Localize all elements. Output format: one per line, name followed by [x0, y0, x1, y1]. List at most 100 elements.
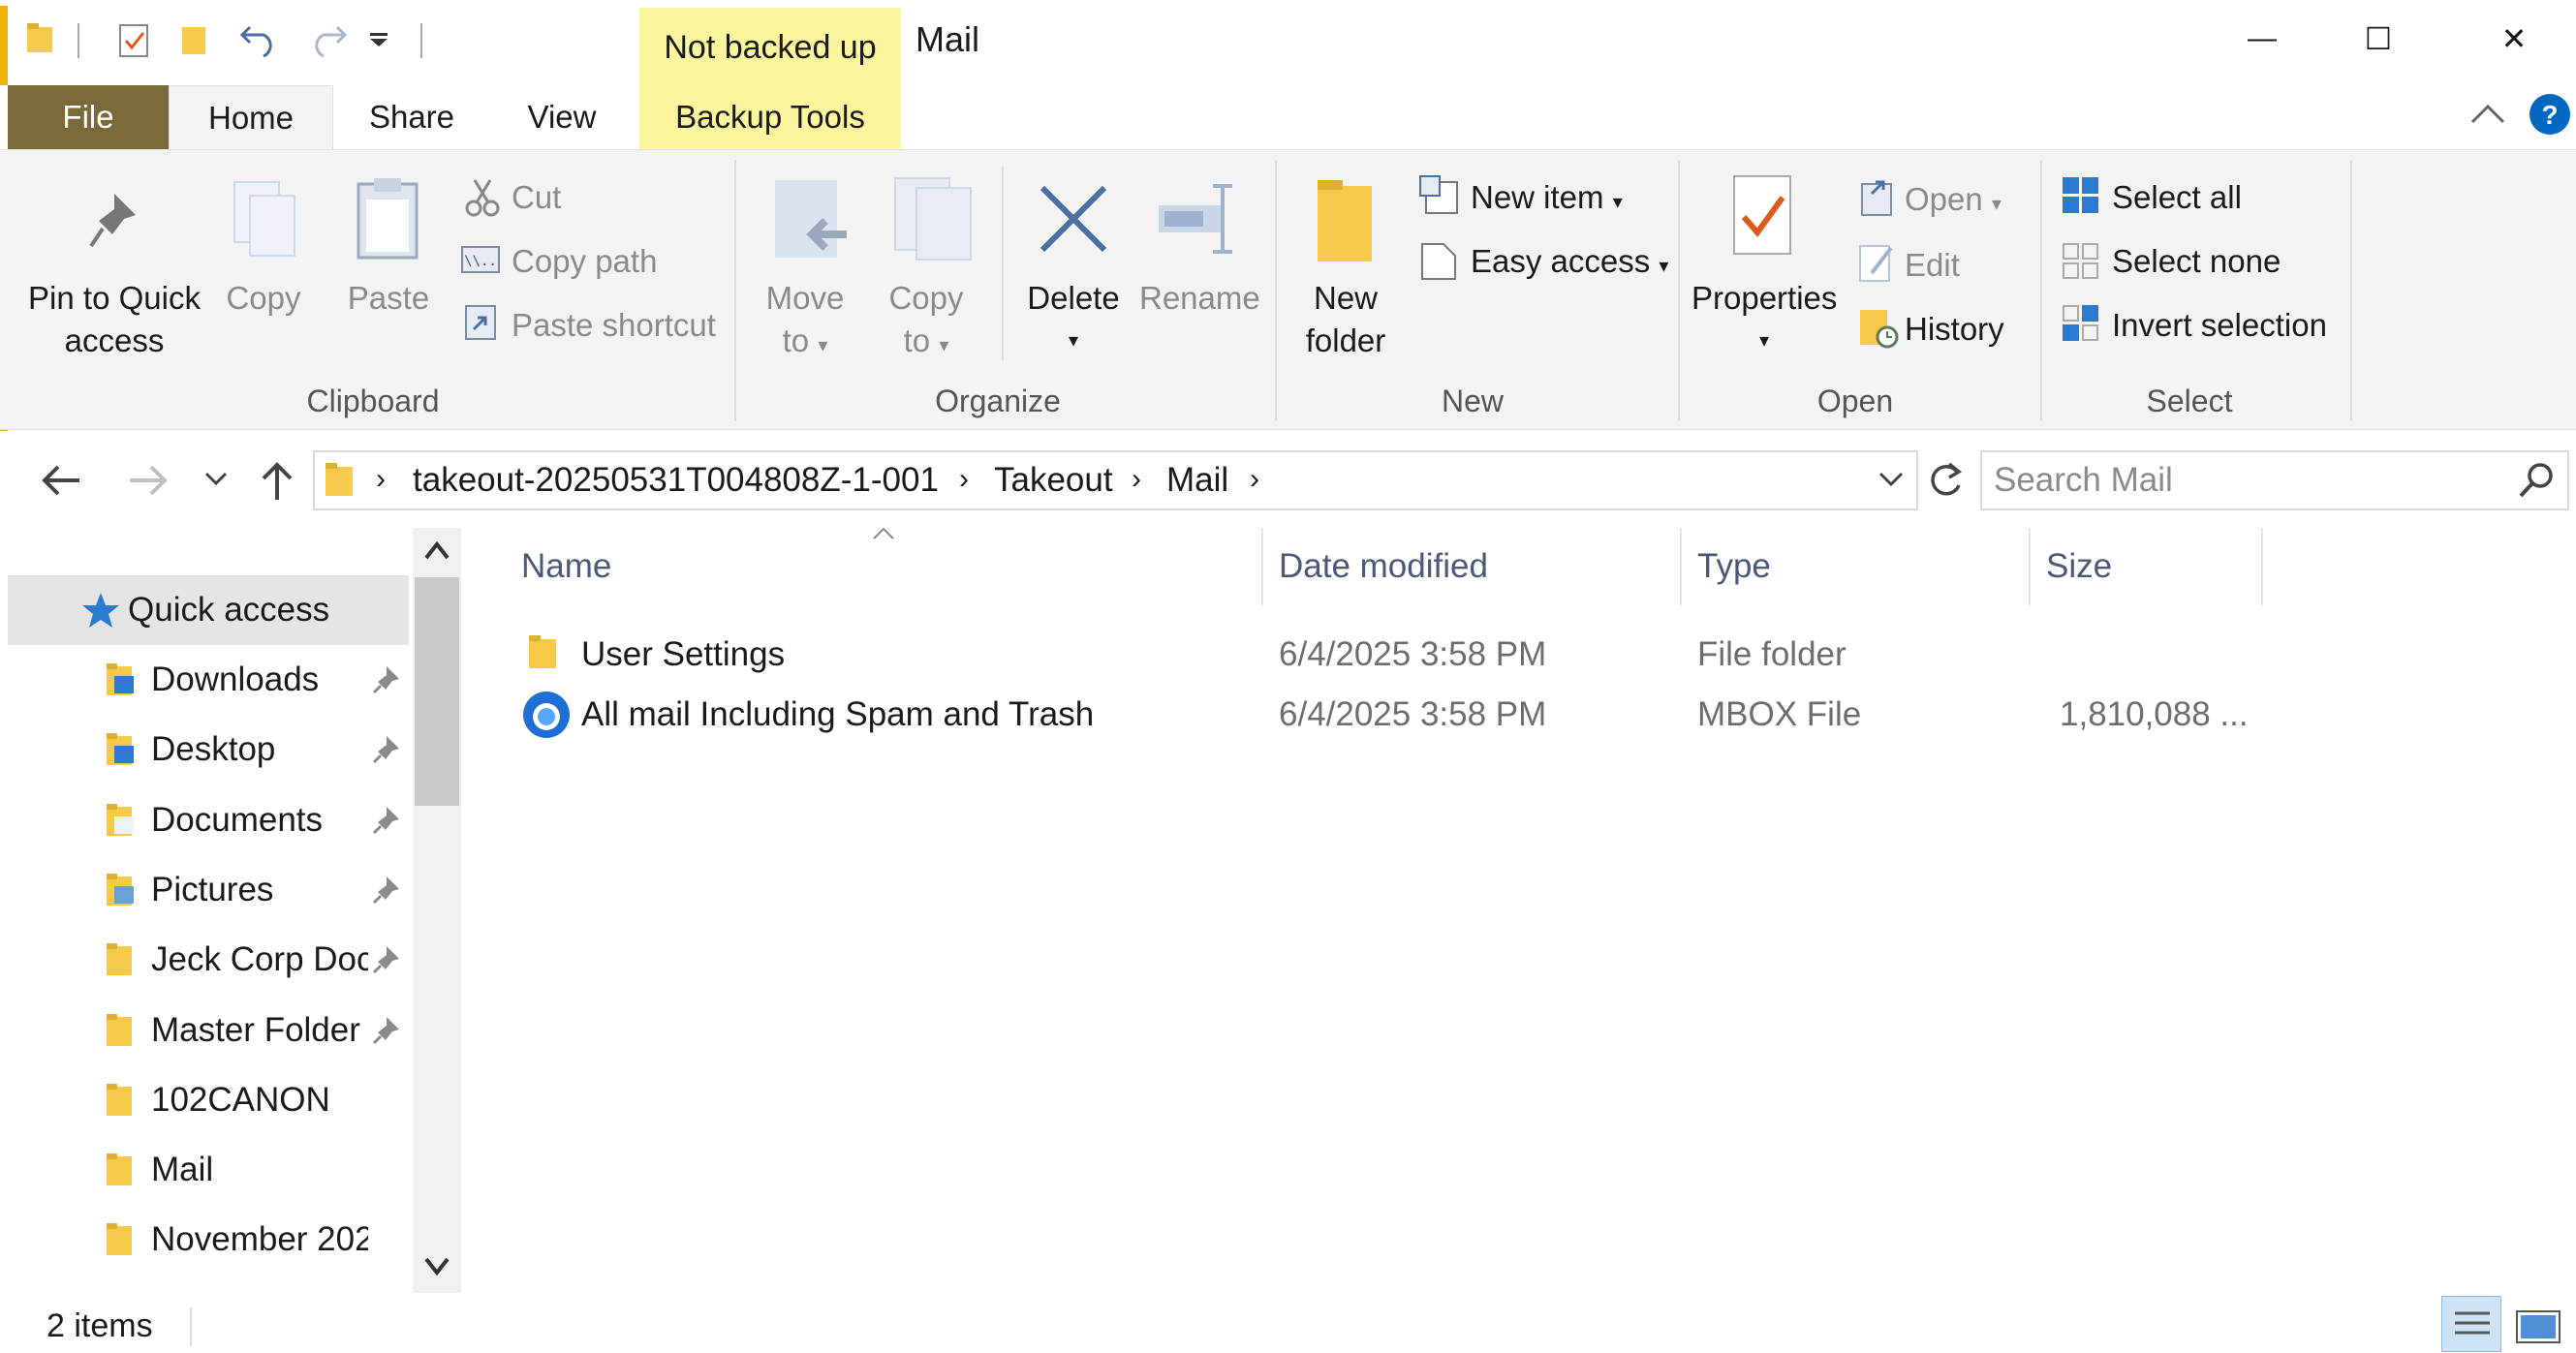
- move-to-icon: [771, 176, 854, 263]
- copy-icon: [229, 178, 298, 260]
- back-arrow-icon[interactable]: [39, 461, 83, 500]
- breadcrumb-separator-icon[interactable]: ›: [959, 458, 969, 501]
- nav-item[interactable]: November 2024: [0, 1205, 407, 1275]
- new-item-button[interactable]: New item ▾: [1471, 176, 1623, 224]
- nav-item[interactable]: Mail: [0, 1135, 407, 1205]
- details-view-icon[interactable]: [2441, 1296, 2501, 1352]
- paste-shortcut-button[interactable]: Paste shortcut: [512, 304, 716, 347]
- rename-button[interactable]: Rename: [1139, 277, 1260, 320]
- copy-to-label-line2: to: [903, 323, 931, 358]
- select-none-button[interactable]: Select none: [2112, 240, 2281, 283]
- scroll-up-icon[interactable]: [422, 538, 451, 562]
- large-icons-view-icon[interactable]: [2515, 1309, 2561, 1344]
- column-header-date-modified[interactable]: Date modified: [1279, 538, 1488, 596]
- recent-locations-chevron-icon[interactable]: [203, 471, 229, 488]
- tab-view[interactable]: View: [494, 85, 630, 149]
- address-dropdown-chevron-icon[interactable]: [1878, 471, 1905, 488]
- move-to-button[interactable]: Move to ▾: [752, 277, 858, 367]
- pin-icon: [372, 875, 401, 904]
- minimize-button[interactable]: —: [2219, 10, 2306, 68]
- tab-file[interactable]: File: [8, 85, 169, 149]
- column-header-type[interactable]: Type: [1697, 538, 1771, 596]
- nav-item[interactable]: 102CANON: [0, 1065, 407, 1135]
- status-bar: [0, 1298, 2576, 1353]
- copy-to-button[interactable]: Copy to ▾: [878, 277, 975, 367]
- copy-path-button[interactable]: Copy path: [512, 240, 657, 283]
- open-button[interactable]: Open ▾: [1905, 178, 2002, 226]
- undo-icon[interactable]: [238, 19, 281, 58]
- window-title: Mail: [916, 19, 980, 59]
- column-divider[interactable]: [2261, 528, 2263, 605]
- maximize-button[interactable]: ☐: [2335, 10, 2422, 68]
- group-label-new: New: [1441, 384, 1504, 418]
- redo-icon[interactable]: [306, 19, 349, 58]
- chevron-down-icon: ▾: [939, 335, 949, 356]
- nav-item[interactable]: Desktop: [0, 715, 407, 784]
- delete-button[interactable]: Delete ▾: [1017, 277, 1130, 362]
- nav-scrollbar-thumb[interactable]: [415, 577, 459, 806]
- column-divider[interactable]: [1261, 528, 1263, 605]
- column-divider[interactable]: [2029, 528, 2031, 605]
- history-button[interactable]: History: [1905, 308, 2004, 351]
- move-to-label-line1: Move: [765, 280, 845, 316]
- forward-arrow-icon[interactable]: [126, 461, 171, 500]
- new-item-icon: [1418, 174, 1461, 217]
- folder-icon[interactable]: [25, 21, 54, 54]
- new-folder-qat-icon[interactable]: [180, 21, 209, 56]
- nav-item[interactable]: Pictures: [0, 855, 407, 925]
- tab-home[interactable]: Home: [169, 85, 333, 150]
- svg-text:\\..: \\..: [464, 254, 497, 269]
- breadcrumb-separator-icon[interactable]: ›: [376, 458, 386, 501]
- copy-to-label-line1: Copy: [888, 280, 964, 316]
- search-icon[interactable]: [2517, 461, 2556, 500]
- nav-item[interactable]: Jeck Corp Doc: [0, 925, 407, 995]
- file-size: 1,810,088 ...: [2060, 695, 2249, 733]
- invert-selection-button[interactable]: Invert selection: [2112, 304, 2327, 347]
- refresh-icon[interactable]: [1926, 460, 1965, 501]
- nav-item[interactable]: Documents: [0, 785, 407, 855]
- file-name: User Settings: [581, 635, 786, 673]
- collapse-ribbon-icon[interactable]: [2468, 101, 2507, 126]
- tab-share[interactable]: Share: [339, 85, 484, 149]
- edit-button[interactable]: Edit: [1905, 244, 1960, 287]
- column-header-size[interactable]: Size: [2046, 538, 2112, 596]
- paste-button[interactable]: Paste: [335, 277, 442, 320]
- easy-access-button[interactable]: Easy access ▾: [1471, 240, 1668, 288]
- column-header-name[interactable]: Name: [521, 538, 611, 596]
- nav-item[interactable]: Downloads: [0, 645, 407, 715]
- new-folder-button[interactable]: New folder: [1288, 277, 1403, 362]
- file-date: 6/4/2025 3:58 PM: [1279, 695, 1547, 733]
- nav-item-label: Documents: [151, 800, 324, 839]
- ribbon-separator: [1275, 160, 1277, 421]
- group-label-open: Open: [1816, 384, 1894, 418]
- nav-item[interactable]: Master Folder: [0, 996, 407, 1065]
- copy-button[interactable]: Copy: [215, 277, 312, 320]
- nav-quick-access-label: Quick access: [128, 591, 330, 629]
- breadcrumb-separator-icon[interactable]: ›: [1132, 458, 1141, 501]
- customize-qat-icon[interactable]: [368, 33, 391, 48]
- close-button[interactable]: ✕: [2470, 10, 2558, 68]
- cut-button[interactable]: Cut: [512, 176, 561, 219]
- breadcrumb-takeout[interactable]: Takeout: [994, 458, 1113, 503]
- chevron-down-icon: ▾: [818, 335, 828, 356]
- up-arrow-icon[interactable]: [260, 459, 295, 502]
- folder-icon: [105, 1153, 136, 1187]
- group-label-clipboard: Clipboard: [306, 384, 440, 418]
- breadcrumb-mail[interactable]: Mail: [1166, 458, 1228, 503]
- ribbon-separator: [734, 160, 736, 421]
- folder-icon: [105, 1083, 136, 1118]
- pin-to-quick-access-button[interactable]: Pin to Quick access: [17, 277, 211, 362]
- select-all-button[interactable]: Select all: [2112, 176, 2242, 219]
- chevron-down-icon: ▾: [1068, 330, 1079, 352]
- scroll-down-icon[interactable]: [422, 1255, 451, 1278]
- help-icon[interactable]: ?: [2529, 93, 2571, 136]
- column-divider[interactable]: [1680, 528, 1682, 605]
- breadcrumb-takeout-zip[interactable]: takeout-20250531T004808Z-1-001: [413, 458, 939, 503]
- properties-qat-icon[interactable]: [118, 21, 153, 58]
- tab-backup-tools[interactable]: Backup Tools: [639, 85, 901, 149]
- properties-button[interactable]: Properties ▾: [1691, 277, 1837, 362]
- invert-selection-icon: [2062, 304, 2100, 343]
- breadcrumb-separator-icon[interactable]: ›: [1250, 458, 1259, 501]
- documents-folder-icon: [105, 803, 136, 838]
- new-item-label: New item: [1471, 179, 1604, 215]
